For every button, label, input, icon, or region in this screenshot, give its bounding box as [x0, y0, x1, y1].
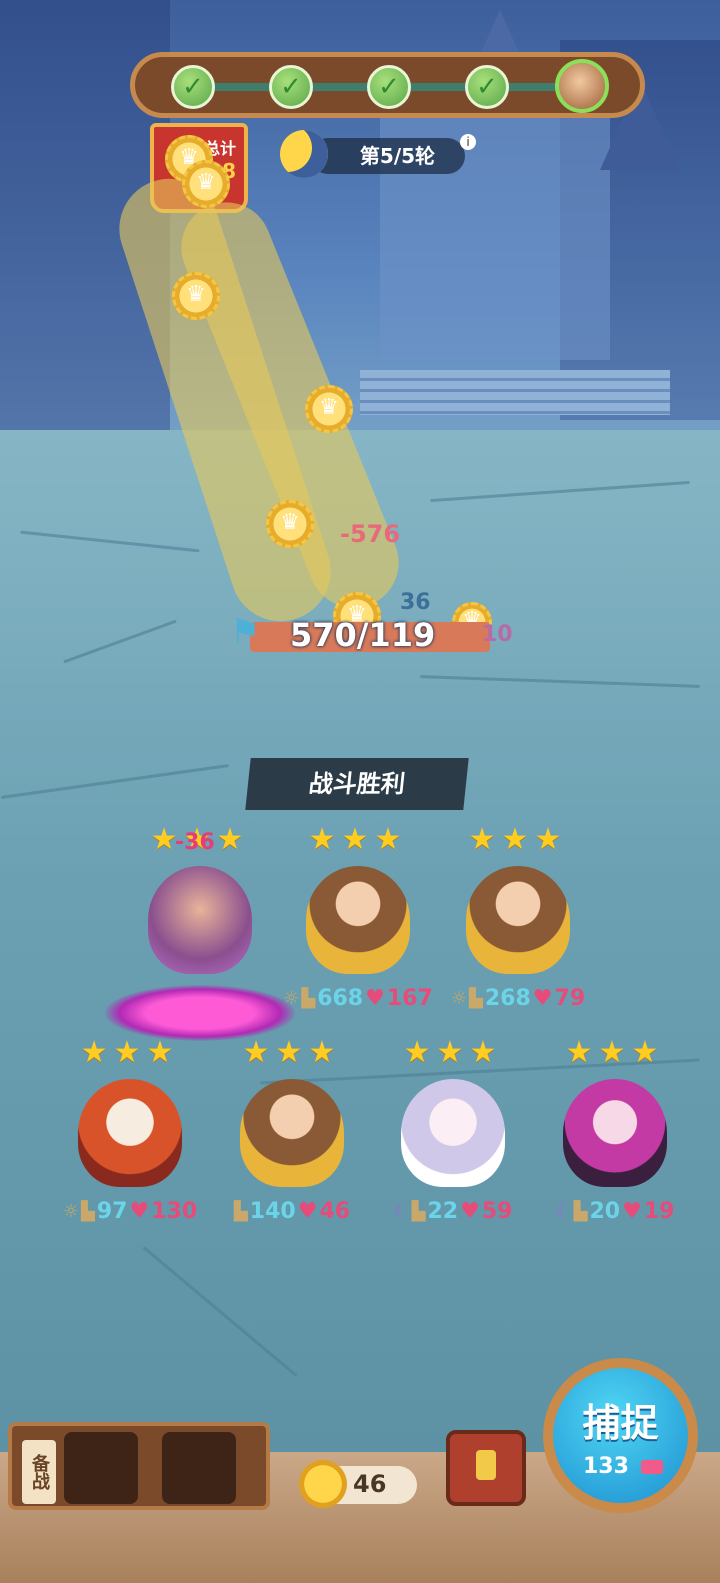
- hp-value: 59: [481, 1198, 513, 1224]
- unit-card[interactable]: ★★★ ☾ ▙ 22 ♥ 59: [373, 1035, 533, 1225]
- atk-value: 668: [317, 985, 364, 1011]
- atk-value: 140: [249, 1198, 296, 1224]
- boot-icon: ▙: [469, 987, 483, 1009]
- moon-icon: ☾: [555, 1200, 572, 1222]
- cat-girl-sprite: [148, 866, 252, 974]
- cat-girl-sprite: [240, 1079, 344, 1187]
- enemy-hp-bar: ⚑ 570/119: [230, 612, 510, 656]
- coin-value: 46: [353, 1470, 387, 1498]
- hp-value: 130: [151, 1198, 198, 1224]
- star-rating: ★★★: [80, 1035, 180, 1070]
- heart-icon: ♥: [622, 1198, 642, 1224]
- unit-stats: ☾ ▙ 20 ♥ 19: [535, 1197, 695, 1225]
- unit-stats: ☼ ▙ 668 ♥ 167: [278, 984, 438, 1012]
- unit-card[interactable]: ★★★ ▙ 140 ♥ 46: [212, 1035, 372, 1225]
- heart-icon: ♥: [460, 1198, 480, 1224]
- boss-portrait-icon: [555, 59, 609, 113]
- cat-girl-sprite: [306, 866, 410, 974]
- enemy-hp-text: 570/119: [290, 616, 436, 654]
- spider-girl-sprite: [563, 1079, 667, 1187]
- sun-icon: ☼: [283, 987, 300, 1009]
- boot-icon: ▙: [301, 987, 316, 1009]
- unit-stats: ☼ ▙ 268 ♥ 79: [438, 984, 598, 1012]
- coin-counter: 46: [299, 1460, 417, 1508]
- check-icon: ✓: [367, 65, 411, 109]
- battle-scene: ✓ ✓ ✓ ✓ 总计 8 第5/5轮 i ♛ ♛ ♛ ♛ ♛ ♛ ♛ -576 …: [0, 0, 720, 1583]
- round-indicator: 第5/5轮 i: [280, 130, 490, 178]
- treasure-chest-button[interactable]: [446, 1430, 526, 1506]
- heart-icon: ♥: [129, 1198, 150, 1224]
- boot-icon: ▙: [573, 1200, 588, 1222]
- crown-coin-icon: ♛: [266, 500, 314, 548]
- unit-stats: ▙ 140 ♥ 46: [212, 1197, 372, 1225]
- bench-slot[interactable]: [162, 1432, 236, 1504]
- castle-stairs: [360, 370, 670, 415]
- sun-icon: ☼: [450, 987, 467, 1009]
- round-progress-bar: ✓ ✓ ✓ ✓: [130, 52, 645, 118]
- capture-label: 捕捉: [582, 1401, 659, 1445]
- capture-count: 133: [583, 1454, 629, 1479]
- star-rating: ★★★: [242, 1035, 342, 1070]
- fox-girl-sprite: [78, 1079, 182, 1187]
- enemy-side-value: 10: [482, 622, 513, 647]
- check-icon: ✓: [269, 65, 313, 109]
- unit-damage-popup: -36: [175, 830, 215, 855]
- star-rating: ★★★: [468, 822, 568, 857]
- hp-value: 19: [643, 1198, 675, 1224]
- moon-icon: ☾: [393, 1200, 410, 1222]
- capture-button[interactable]: 捕捉 133: [543, 1358, 698, 1513]
- boot-icon: ▙: [411, 1200, 426, 1222]
- ticket-icon: [641, 1460, 663, 1474]
- crown-coin-icon: ♛: [305, 385, 353, 433]
- star-rating: ★★★: [308, 822, 408, 857]
- bench-slot[interactable]: [64, 1432, 138, 1504]
- heart-icon: ♥: [532, 985, 553, 1011]
- unit-card[interactable]: ★★★ ☼ ▙ 668 ♥ 167: [278, 822, 438, 1012]
- bench-label: 备战: [22, 1440, 56, 1504]
- unit-stats: ☼ ▙ 97 ♥ 130: [50, 1197, 210, 1225]
- moon-icon: [280, 130, 328, 178]
- info-icon[interactable]: i: [460, 134, 476, 150]
- unit-stats: ☾ ▙ 22 ♥ 59: [373, 1197, 533, 1225]
- atk-value: 97: [96, 1198, 128, 1224]
- unit-card[interactable]: ★★★ ☾ ▙ 20 ♥ 19: [535, 1035, 695, 1225]
- hp-value: 46: [319, 1198, 351, 1224]
- atk-value: 20: [589, 1198, 621, 1224]
- bench-panel: 备战: [8, 1422, 270, 1510]
- round-label: 第5/5轮: [310, 138, 465, 174]
- lock-icon: [476, 1450, 496, 1480]
- boot-icon: ▙: [233, 1200, 248, 1222]
- hp-value: 79: [554, 985, 586, 1011]
- unit-card[interactable]: ★★★ ☼ ▙ 97 ♥ 130: [50, 1035, 210, 1225]
- heart-icon: ♥: [365, 985, 385, 1011]
- battle-result-banner: 战斗胜利: [245, 758, 469, 810]
- flag-icon: ⚑: [230, 612, 261, 652]
- sun-icon: ☼: [62, 1200, 79, 1222]
- enemy-damage-popup: -576: [340, 520, 401, 548]
- white-hair-girl-sprite: [401, 1079, 505, 1187]
- coin-icon: [299, 1460, 347, 1508]
- cat-girl-sprite: [466, 866, 570, 974]
- hp-value: 167: [386, 985, 433, 1011]
- crown-coin-icon: ♛: [182, 160, 230, 208]
- check-icon: ✓: [465, 65, 509, 109]
- unit-card[interactable]: ★★★ ☼ ▙ 268 ♥ 79: [438, 822, 598, 1012]
- check-icon: ✓: [171, 65, 215, 109]
- crown-coin-icon: ♛: [172, 272, 220, 320]
- heart-icon: ♥: [297, 1198, 318, 1224]
- capture-button-face: 捕捉 133: [553, 1368, 688, 1503]
- star-rating: ★★★: [565, 1035, 665, 1070]
- star-rating: ★★★: [403, 1035, 503, 1070]
- boot-icon: ▙: [81, 1200, 95, 1222]
- atk-value: 268: [484, 985, 531, 1011]
- atk-value: 22: [427, 1198, 459, 1224]
